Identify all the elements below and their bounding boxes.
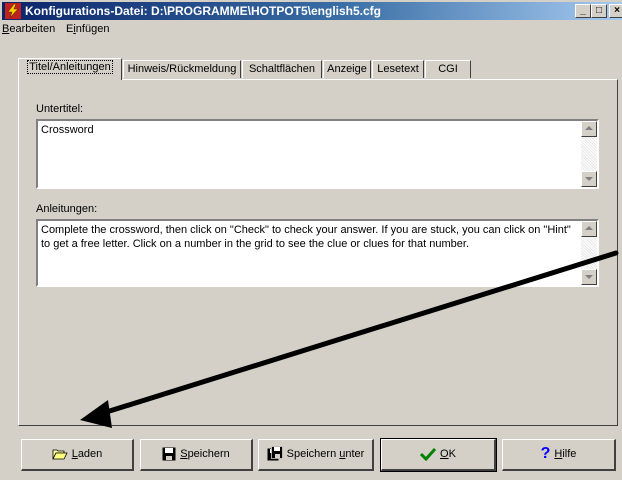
scroll-down-arrow-icon[interactable]: [581, 269, 597, 285]
app-lightning-icon: [5, 3, 21, 19]
ok-label: K: [448, 448, 456, 460]
close-button[interactable]: ×: [609, 4, 622, 18]
save-as-label: nter: [345, 448, 365, 460]
help-label: ilfe: [562, 448, 577, 460]
config-window: Konfigurations-Datei: D:\PROGRAMME\HOTPO…: [0, 0, 622, 480]
instructions-value: Complete the crossword, then click on "C…: [41, 224, 571, 250]
save-button[interactable]: Speichern: [140, 439, 253, 471]
maximize-icon: □: [595, 5, 603, 16]
tab-schaltflaechen[interactable]: Schaltflächen: [242, 60, 322, 78]
save-as-label-pre: Speichern: [286, 448, 340, 460]
help-button[interactable]: ? Hilfe: [502, 439, 616, 471]
tab-label: CGI: [438, 63, 458, 75]
save-as-button[interactable]: Speichern unter: [258, 439, 374, 471]
load-button[interactable]: Laden: [21, 439, 134, 471]
menu-einfuegen-label: nfügen: [75, 23, 110, 35]
floppy-disk-save-as-icon: [267, 446, 283, 461]
instructions-field[interactable]: Complete the crossword, then click on "C…: [36, 219, 599, 287]
window-title: Konfigurations-Datei: D:\PROGRAMME\HOTPO…: [25, 4, 382, 18]
subtitle-value: Crossword: [41, 124, 94, 136]
tab-label: Titel/Anleitungen: [27, 60, 113, 74]
ok-mnemonic: O: [440, 448, 449, 460]
load-label: aden: [77, 448, 103, 460]
tab-panel: Untertitel: Crossword Anleitungen: Compl…: [18, 79, 618, 426]
tab-label: Lesetext: [377, 63, 419, 75]
floppy-disk-icon: [162, 447, 176, 461]
tab-anzeige[interactable]: Anzeige: [323, 60, 371, 78]
scroll-up-arrow-icon[interactable]: [581, 221, 597, 237]
maximize-button[interactable]: □: [591, 4, 607, 18]
checkmark-icon: [420, 448, 437, 462]
tab-label: Hinweis/Rückmeldung: [127, 63, 237, 75]
scroll-up-arrow-icon[interactable]: [581, 121, 597, 137]
title-bar[interactable]: Konfigurations-Datei: D:\PROGRAMME\HOTPO…: [2, 2, 622, 20]
tab-hinweis-rueckmeldung[interactable]: Hinweis/Rückmeldung: [123, 60, 241, 78]
minimize-icon: _: [580, 5, 586, 16]
instructions-label: Anleitungen:: [36, 203, 98, 215]
subtitle-field[interactable]: Crossword: [36, 119, 599, 189]
tab-titel-anleitungen[interactable]: Titel/Anleitungen: [18, 58, 122, 80]
question-mark-icon: ?: [540, 445, 551, 463]
menu-bar: Bearbeiten Einfügen: [2, 21, 620, 38]
tab-label: Anzeige: [327, 63, 367, 75]
menu-einfuegen[interactable]: Einfügen: [66, 23, 109, 35]
minimize-button[interactable]: _: [575, 4, 591, 18]
tab-lesetext[interactable]: Lesetext: [372, 60, 424, 78]
instructions-scrollbar[interactable]: [581, 221, 597, 285]
save-mnemonic: S: [180, 448, 188, 460]
menu-bearbeiten-label: earbeiten: [9, 23, 56, 35]
scroll-down-arrow-icon[interactable]: [581, 171, 597, 187]
folder-open-icon: [52, 449, 68, 460]
subtitle-scrollbar[interactable]: [581, 121, 597, 187]
close-icon: ×: [614, 5, 620, 16]
tab-label: Schaltflächen: [248, 63, 316, 75]
ok-button[interactable]: OK: [380, 438, 497, 472]
save-label: peichern: [187, 448, 230, 460]
tab-cgi[interactable]: CGI: [425, 60, 471, 78]
menu-bearbeiten[interactable]: Bearbeiten: [2, 23, 55, 35]
subtitle-label: Untertitel:: [36, 103, 84, 115]
